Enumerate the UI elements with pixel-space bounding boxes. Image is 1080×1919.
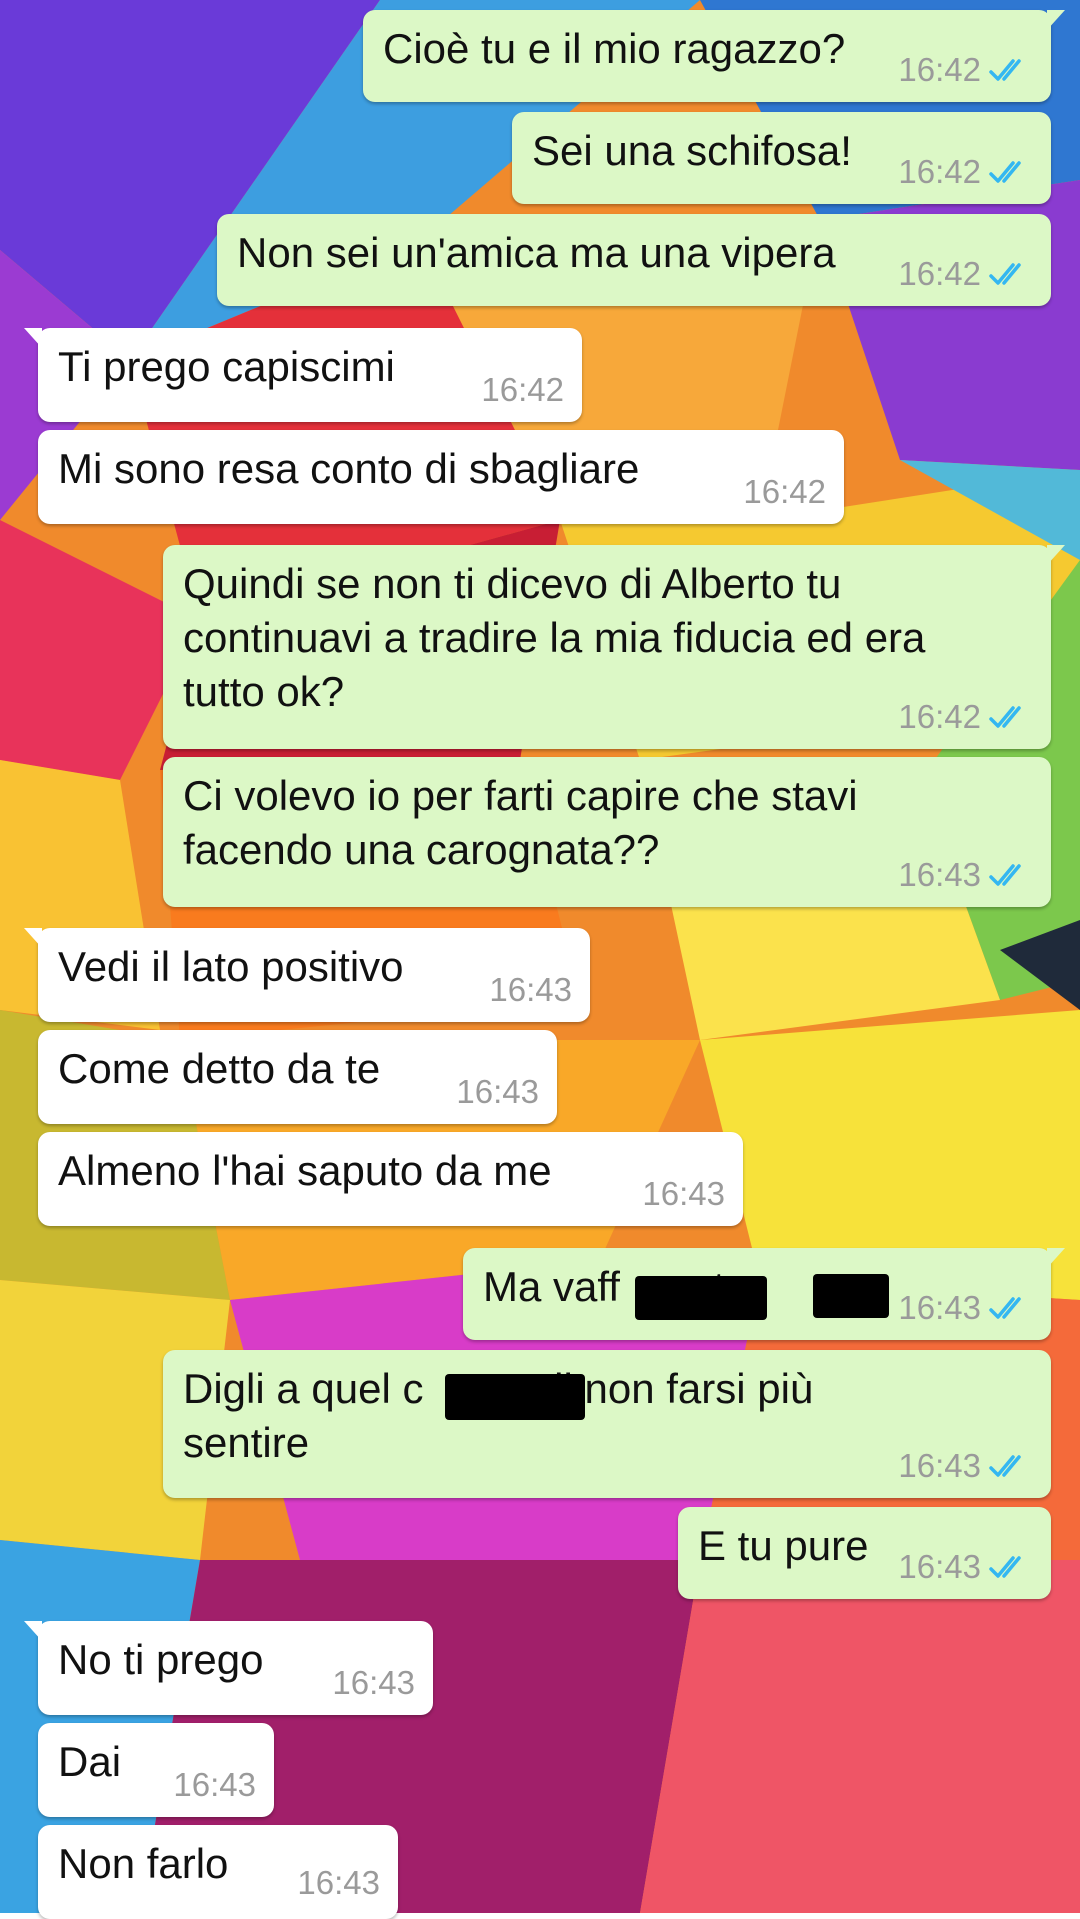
incoming-message[interactable]: Dai 16:43 (38, 1723, 274, 1817)
message-time: 16:43 (898, 856, 981, 893)
message-text: Sei una schifosa! (532, 127, 852, 174)
incoming-message[interactable]: Almeno l'hai saputo da me 16:43 (38, 1132, 743, 1226)
chat-messages[interactable]: Cioè tu e il mio ragazzo? 16:42 Sei una … (0, 0, 1080, 1919)
message-meta: 16:43 (898, 1288, 1033, 1328)
message-time: 16:43 (489, 971, 572, 1008)
message-text: Come detto da te (58, 1045, 381, 1092)
message-time: 16:43 (642, 1175, 725, 1212)
message-time: 16:43 (898, 1548, 981, 1585)
message-meta: 16:43 (489, 970, 572, 1010)
incoming-message[interactable]: Come detto da te 16:43 (38, 1030, 557, 1124)
redaction-bar (445, 1374, 585, 1420)
message-meta: 16:43 (297, 1863, 380, 1903)
outgoing-message[interactable]: E tu pure 16:43 (678, 1507, 1051, 1599)
message-meta: 16:42 (898, 152, 1033, 192)
outgoing-message[interactable]: Ci volevo io per farti capire che stavi … (163, 757, 1051, 907)
redaction-bar (635, 1276, 767, 1320)
message-meta: 16:43 (456, 1072, 539, 1112)
message-meta: 16:43 (898, 855, 1033, 895)
message-text: E tu pure (698, 1522, 869, 1569)
outgoing-message[interactable]: Non sei un'amica ma una vipera 16:42 (217, 214, 1051, 306)
message-time: 16:42 (898, 698, 981, 735)
message-meta: 16:42 (898, 50, 1033, 90)
double-check-read-icon (989, 1297, 1021, 1319)
outgoing-message[interactable]: Digli a quel c di non farsi più sentire … (163, 1350, 1051, 1498)
message-time: 16:42 (898, 255, 981, 292)
message-time: 16:42 (898, 51, 981, 88)
message-time: 16:43 (332, 1664, 415, 1701)
double-check-read-icon (989, 864, 1021, 886)
message-time: 16:42 (898, 153, 981, 190)
message-time: 16:43 (898, 1289, 981, 1326)
message-time: 16:43 (173, 1766, 256, 1803)
message-text: Almeno l'hai saputo da me (58, 1147, 552, 1194)
message-time: 16:42 (481, 371, 564, 408)
redaction-bar (813, 1274, 889, 1318)
incoming-message[interactable]: Mi sono resa conto di sbagliare 16:42 (38, 430, 844, 524)
double-check-read-icon (989, 59, 1021, 81)
message-meta: 16:42 (743, 472, 826, 512)
double-check-read-icon (989, 161, 1021, 183)
message-text: No ti prego (58, 1636, 264, 1683)
outgoing-message[interactable]: Quindi se non ti dicevo di Alberto tu co… (163, 545, 1065, 749)
message-time: 16:43 (898, 1447, 981, 1484)
message-time: 16:43 (456, 1073, 539, 1110)
message-time: 16:43 (297, 1864, 380, 1901)
message-meta: 16:42 (898, 254, 1033, 294)
double-check-read-icon (989, 706, 1021, 728)
message-text: Non sei un'amica ma una vipera (237, 229, 836, 276)
incoming-message[interactable]: Vedi il lato positivo 16:43 (24, 928, 590, 1022)
message-meta: 16:43 (898, 1547, 1033, 1587)
incoming-message[interactable]: Ti prego capiscimi 16:42 (24, 328, 582, 422)
incoming-message[interactable]: Non farlo 16:43 (38, 1825, 398, 1919)
message-time: 16:42 (743, 473, 826, 510)
message-meta: 16:43 (642, 1174, 725, 1214)
message-text: Dai (58, 1738, 122, 1785)
double-check-read-icon (989, 263, 1021, 285)
outgoing-message[interactable]: Cioè tu e il mio ragazzo? 16:42 (363, 10, 1065, 102)
outgoing-message[interactable]: Ma vaff tr 16:43 (463, 1248, 1065, 1340)
message-text: Cioè tu e il mio ragazzo? (383, 25, 846, 72)
double-check-read-icon (989, 1556, 1021, 1578)
message-meta: 16:42 (481, 370, 564, 410)
message-text: Ci volevo io per farti capire che stavi … (183, 772, 858, 873)
message-text: Ti prego capiscimi (58, 343, 395, 390)
outgoing-message[interactable]: Sei una schifosa! 16:42 (512, 112, 1051, 204)
message-text: Quindi se non ti dicevo di Alberto tu co… (183, 560, 926, 715)
message-meta: 16:42 (898, 697, 1033, 737)
message-meta: 16:43 (173, 1765, 256, 1805)
message-text: Mi sono resa conto di sbagliare (58, 445, 640, 492)
message-text: Vedi il lato positivo (58, 943, 404, 990)
message-text: Non farlo (58, 1840, 229, 1887)
message-meta: 16:43 (898, 1446, 1033, 1486)
message-meta: 16:43 (332, 1663, 415, 1703)
double-check-read-icon (989, 1455, 1021, 1477)
incoming-message[interactable]: No ti prego 16:43 (24, 1621, 433, 1715)
